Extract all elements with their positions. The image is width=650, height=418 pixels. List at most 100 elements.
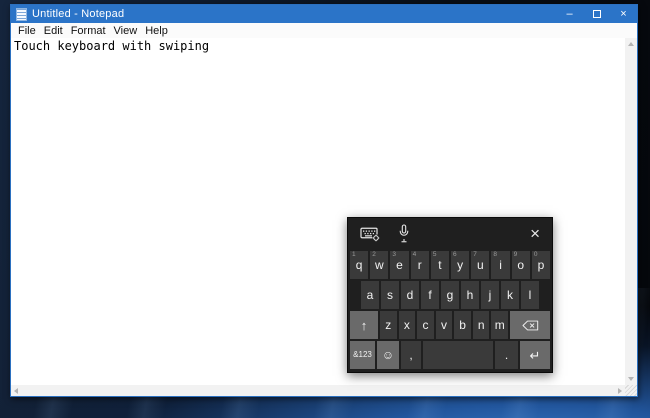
key-l[interactable]: l <box>521 281 539 309</box>
minimize-button[interactable]: – <box>556 5 583 23</box>
key-label: w <box>374 258 384 272</box>
key-c[interactable]: c <box>417 311 434 339</box>
key-y[interactable]: y6 <box>451 251 470 279</box>
microphone-icon[interactable] <box>398 223 410 244</box>
key-enter[interactable]: ↵ <box>520 341 550 369</box>
key-label: ↑ <box>360 317 368 333</box>
key-e[interactable]: e3 <box>390 251 409 279</box>
keyboard-layout-settings-icon[interactable] <box>360 226 380 242</box>
key-label: x <box>403 318 410 332</box>
key-label: s <box>387 288 393 302</box>
resize-grip[interactable] <box>625 385 637 396</box>
key-label: t <box>438 258 442 272</box>
menu-help[interactable]: Help <box>141 25 172 37</box>
notepad-icon <box>16 7 27 21</box>
key-number-hint: 8 <box>493 251 498 258</box>
key-label: r <box>417 258 422 272</box>
key-label: z <box>385 318 392 332</box>
keyboard-row-2: asdfghj k l <box>350 281 550 309</box>
menu-file[interactable]: File <box>14 25 40 37</box>
key-h[interactable]: h <box>461 281 479 309</box>
key-label: g <box>446 288 454 302</box>
key-d[interactable]: d <box>401 281 419 309</box>
keyboard-close-icon[interactable]: × <box>530 225 540 242</box>
key-number-hint: 9 <box>513 251 518 258</box>
key-label: v <box>441 318 448 332</box>
key-o[interactable]: o9 <box>511 251 530 279</box>
key-label: b <box>459 318 466 332</box>
key-r[interactable]: r4 <box>410 251 429 279</box>
key-number-hint: 1 <box>352 251 356 258</box>
key-label: k <box>507 288 513 302</box>
scroll-left-icon[interactable] <box>14 388 18 394</box>
key-m[interactable]: m <box>491 311 509 339</box>
key-s[interactable]: s <box>381 281 399 309</box>
key-comma[interactable]: , <box>401 341 421 369</box>
minimize-icon: – <box>566 8 573 20</box>
maximize-button[interactable] <box>583 5 610 23</box>
key-label: n <box>477 318 485 332</box>
key-i[interactable]: i8 <box>491 251 510 279</box>
scroll-up-icon[interactable] <box>628 42 634 46</box>
keyboard-row-3: ↑ z x c v b n m <box>350 311 551 339</box>
horizontal-scrollbar[interactable] <box>11 385 625 396</box>
key-number-hint: 0 <box>533 251 538 258</box>
key-t[interactable]: t5 <box>430 251 450 279</box>
keyboard-top-bar: × <box>348 218 552 249</box>
key-label: c <box>422 318 429 332</box>
touch-keyboard-rows: q 1 w 2 e 3 r 4 t 5 y 6 u 7 i 8 o 9 p 0 a s d f g h j k l ↑ z x c v b n m &12… <box>348 249 552 372</box>
window-title: Untitled - Notepad <box>32 8 125 20</box>
key-label: f <box>428 288 432 302</box>
key-symbols[interactable]: &123 <box>350 341 375 369</box>
close-button[interactable]: × <box>610 5 637 23</box>
key-u[interactable]: u7 <box>471 251 490 279</box>
key-label: l <box>528 288 532 302</box>
key-shift[interactable]: ↑ <box>350 311 378 339</box>
key-number-hint: 6 <box>453 251 457 258</box>
key-emoji[interactable]: ☺ <box>377 341 399 369</box>
key-label: p <box>537 258 545 272</box>
key-x[interactable]: x <box>398 311 416 339</box>
key-number-hint: 7 <box>473 251 477 258</box>
key-number-hint: 5 <box>432 251 437 258</box>
vertical-scrollbar[interactable] <box>625 38 637 385</box>
touch-keyboard: × q 1 w 2 e 3 r 4 t 5 y 6 u 7 i 8 o 9 p 0 a s d f g h j k l ↑ z x c v b n m &… <box>347 217 553 373</box>
key-v[interactable]: v <box>435 311 453 339</box>
key-number-hint: 3 <box>392 251 397 258</box>
key-z[interactable]: z <box>380 311 397 339</box>
key-q[interactable]: q1 <box>350 251 369 279</box>
key-number-hint: 2 <box>372 251 376 258</box>
scroll-right-icon[interactable] <box>618 388 622 394</box>
key-space[interactable] <box>423 341 493 369</box>
menu-edit[interactable]: Edit <box>40 25 67 37</box>
key-backspace[interactable] <box>510 311 551 339</box>
keyboard-row-4: &123 ☺,. ↵ <box>350 341 550 369</box>
key-b[interactable]: b <box>454 311 471 339</box>
title-bar[interactable]: Untitled - Notepad – × <box>11 5 637 23</box>
key-p[interactable]: p0 <box>531 251 551 279</box>
key-label: m <box>494 318 505 332</box>
key-g[interactable]: g <box>441 281 459 309</box>
document-text[interactable]: Touch keyboard with swiping <box>14 39 623 53</box>
backspace-icon <box>522 320 538 330</box>
key-period[interactable]: . <box>495 341 518 369</box>
menu-format[interactable]: Format <box>67 25 110 37</box>
keyboard-row-1: q1w2e3r4t5y6u7i8o9p0 <box>350 251 551 279</box>
key-label: a <box>366 288 374 302</box>
menu-view[interactable]: View <box>110 25 142 37</box>
scroll-down-icon[interactable] <box>628 377 634 381</box>
key-k[interactable]: k <box>501 281 519 309</box>
key-label: &123 <box>353 350 372 359</box>
key-label: . <box>504 348 509 362</box>
menu-bar: File Edit Format View Help <box>11 23 637 39</box>
key-label: i <box>499 258 502 272</box>
window-controls: – × <box>556 5 637 23</box>
key-j[interactable]: j <box>481 281 499 309</box>
key-a[interactable]: a <box>361 281 379 309</box>
key-w[interactable]: w2 <box>370 251 389 279</box>
key-label: o <box>517 258 525 272</box>
key-n[interactable]: n <box>472 311 490 339</box>
key-f[interactable]: f <box>421 281 439 309</box>
key-label: , <box>409 348 413 362</box>
key-label: d <box>406 288 414 302</box>
